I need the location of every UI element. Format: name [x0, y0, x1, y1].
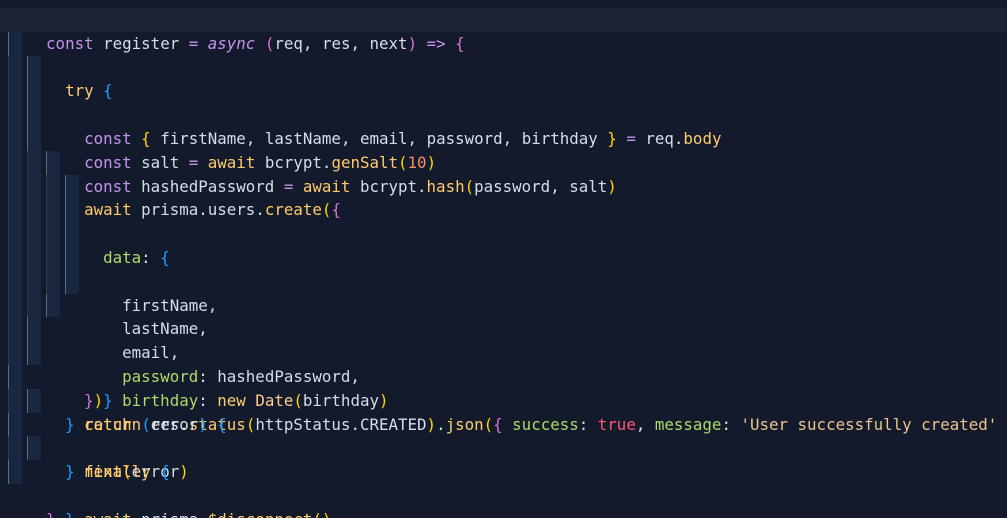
indent-guide	[8, 269, 22, 294]
indent-guide	[8, 460, 22, 484]
code-line-14[interactable]: })	[0, 317, 1007, 410]
code-line-19[interactable]: await prisma.$disconnect()	[0, 436, 1007, 518]
indent-guide	[27, 174, 41, 199]
code-line-2[interactable]: try {	[0, 31, 1007, 100]
indent-guide	[8, 436, 22, 461]
code-line-6[interactable]: await prisma.users.create({	[0, 126, 1007, 219]
indent-guide	[8, 317, 22, 342]
indent-guide	[27, 245, 41, 270]
code-line-4[interactable]: const salt = await bcrypt.genSalt(10)	[0, 79, 1007, 172]
indent-guide	[8, 364, 22, 389]
code-line-11[interactable]: password: hashedPassword,	[0, 245, 1007, 386]
code-line-10[interactable]: email,	[0, 222, 1007, 362]
code-line-12[interactable]: birthday: new Date(birthday)	[0, 269, 1007, 410]
code-line-3[interactable]: const { firstName, lastName, email, pass…	[0, 55, 1007, 148]
indent-guide	[8, 293, 22, 318]
indent-guide	[8, 126, 22, 151]
indent-guide	[27, 198, 41, 223]
indent-guide	[27, 222, 41, 246]
indent-guide	[8, 388, 22, 413]
indent-guide	[27, 269, 41, 294]
indent-guide	[27, 150, 41, 175]
indent-guide	[27, 126, 41, 151]
indent-guide	[27, 79, 41, 104]
indent-guide	[8, 198, 22, 223]
indent-guide	[46, 222, 60, 246]
indent-guide	[65, 269, 79, 294]
code-line-16[interactable]: } catch (error) {	[0, 364, 1007, 434]
code-line-13[interactable]: }	[0, 293, 1007, 410]
indent-guide	[8, 412, 22, 437]
indent-guide	[65, 245, 79, 270]
indent-guide	[8, 245, 22, 270]
indent-guide	[65, 174, 79, 199]
code-line-1[interactable]: const register = async (req, res, next) …	[0, 8, 1007, 53]
code-line-21-text: }	[46, 510, 56, 518]
indent-guide	[27, 55, 41, 80]
indent-guide	[27, 341, 41, 365]
indent-guide	[46, 174, 60, 199]
code-editor[interactable]: const register = async (req, res, next) …	[0, 0, 1007, 518]
indent-guide	[27, 317, 41, 342]
indent-guide	[8, 341, 22, 365]
indent-guide	[46, 150, 60, 175]
indent-guide	[27, 436, 41, 461]
code-line-5[interactable]: const hashedPassword = await bcrypt.hash…	[0, 103, 1007, 196]
indent-guide	[8, 103, 22, 127]
indent-guide	[65, 222, 79, 246]
indent-guide	[8, 150, 22, 175]
code-line-9[interactable]: lastName,	[0, 198, 1007, 338]
indent-guide	[27, 388, 41, 413]
code-line-7[interactable]: data: {	[0, 150, 1007, 267]
indent-guide	[65, 198, 79, 223]
indent-guide	[8, 79, 22, 104]
indent-guide	[27, 293, 41, 318]
indent-guide	[27, 103, 41, 127]
code-line-19-text: await prisma.$disconnect()	[46, 510, 331, 518]
indent-guide	[8, 55, 22, 80]
code-line-21[interactable]: }	[0, 484, 1007, 518]
indent-guide	[46, 293, 60, 318]
code-line-18[interactable]: } finally {	[0, 412, 1007, 481]
code-line-20[interactable]: }	[0, 460, 1007, 518]
indent-guide	[8, 222, 22, 246]
indent-guide	[8, 174, 22, 199]
code-line-17[interactable]: next(error)	[0, 388, 1007, 481]
indent-guide	[46, 269, 60, 294]
indent-guide	[46, 245, 60, 270]
indent-guide	[46, 198, 60, 223]
code-line-15[interactable]: return res.status(httpStatus.CREATED).js…	[0, 341, 1007, 434]
indent-guide	[8, 31, 22, 56]
code-line-8[interactable]: firstName,	[0, 174, 1007, 315]
